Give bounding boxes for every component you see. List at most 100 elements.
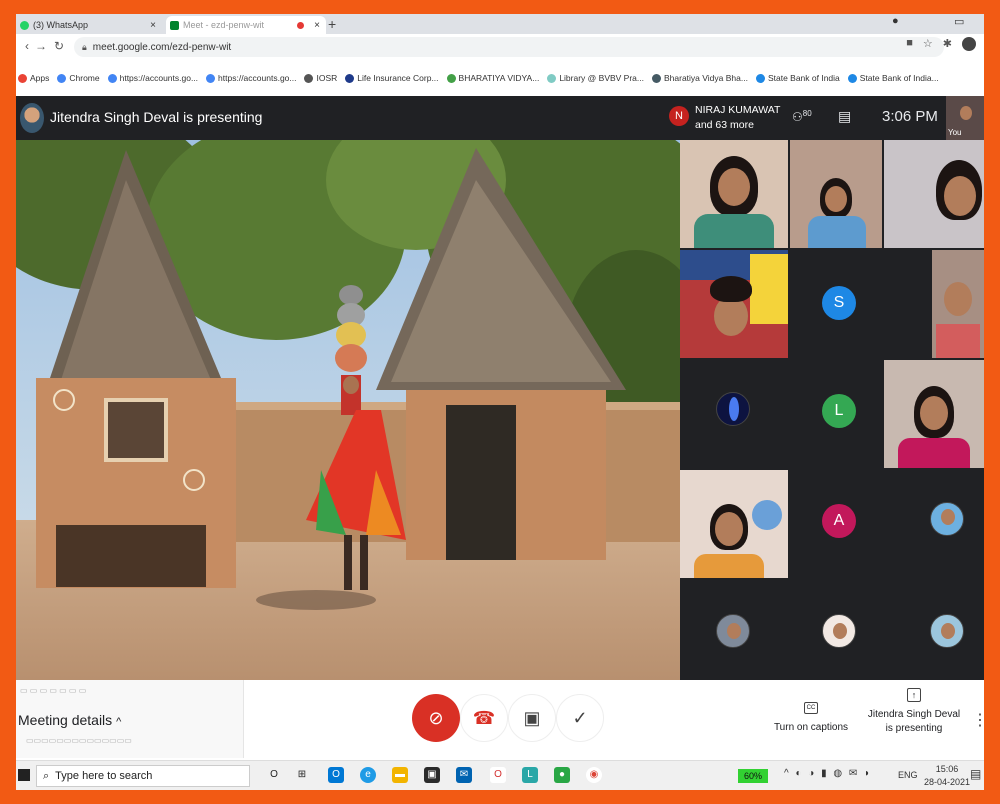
- participant-face: [944, 282, 972, 316]
- participant-avatar[interactable]: [716, 392, 750, 426]
- new-tab-button[interactable]: +: [328, 16, 336, 32]
- meeting-details-button[interactable]: Meeting details ^: [18, 712, 121, 728]
- participant-face: [714, 296, 748, 336]
- bookmark-item[interactable]: IOSR: [304, 73, 337, 83]
- participant-face: [718, 168, 750, 206]
- bookmark-item[interactable]: Apps: [18, 73, 49, 83]
- tab-whatsapp[interactable]: (3) WhatsApp ×: [16, 16, 162, 34]
- url-field[interactable]: 🔒︎ meet.google.com/ezd-penw-wit: [74, 37, 944, 57]
- language-indicator[interactable]: ENG: [898, 770, 918, 780]
- participant-gallery: S L A: [680, 140, 984, 680]
- bookmark-label: IOSR: [316, 73, 338, 83]
- meeting-details-panel: ▭ ▭ ▭ ▭ ▭ ▭ ▭ Meeting details ^ ▭▭▭▭▭▭▭▭…: [16, 680, 244, 758]
- meet-icon: [170, 20, 179, 30]
- participant-avatar[interactable]: [930, 502, 964, 536]
- present-label-line2: is presenting: [885, 723, 943, 734]
- participant-avatar-l[interactable]: L: [822, 394, 856, 428]
- participant-avatar-a[interactable]: A: [822, 504, 856, 538]
- present-button[interactable]: ↑ Jitendra Singh Deval is presenting: [866, 688, 962, 736]
- task-view-icon[interactable]: ⊞: [294, 767, 310, 783]
- meeting-clock: 3:06 PM: [882, 108, 938, 125]
- forward-icon[interactable]: →: [32, 39, 50, 53]
- chrome-icon[interactable]: ◉: [586, 767, 602, 783]
- participant-avatar[interactable]: [930, 614, 964, 648]
- bookmark-item[interactable]: https://accounts.go...: [107, 73, 199, 83]
- participant-tile[interactable]: [680, 470, 788, 578]
- self-view-tile[interactable]: You: [946, 96, 984, 140]
- outlook-icon[interactable]: O: [328, 767, 344, 783]
- participant-avatar[interactable]: [716, 614, 750, 648]
- extensions-icon[interactable]: ✱: [943, 37, 952, 51]
- taskbar-clock[interactable]: 15:06 28-04-2021: [924, 763, 970, 789]
- windows-start-icon[interactable]: [18, 769, 30, 781]
- participant-face: [727, 623, 741, 639]
- people-icon: ⚇: [792, 110, 803, 124]
- avatar[interactable]: [962, 37, 976, 51]
- participant-avatar[interactable]: [822, 614, 856, 648]
- bookmark-item[interactable]: BHARATIYA VIDYA...: [446, 73, 539, 83]
- participant-tile[interactable]: [932, 250, 984, 358]
- participant-tile[interactable]: [884, 360, 984, 468]
- presenter-avatar: [20, 103, 44, 133]
- minimize-icon[interactable]: ▭: [954, 15, 964, 28]
- participant-summary[interactable]: NIRAJ KUMAWAT and 63 more: [695, 103, 780, 133]
- end-call-button[interactable]: ☎: [460, 694, 508, 742]
- store-icon[interactable]: ▣: [424, 767, 440, 783]
- bookmark-label: Life Insurance Corp...: [357, 73, 439, 83]
- clock-date: 28-04-2021: [924, 777, 971, 787]
- close-tab-icon[interactable]: ×: [314, 20, 320, 31]
- whatsapp-icon: [20, 20, 29, 30]
- bookmark-item[interactable]: Life Insurance Corp...: [345, 73, 439, 83]
- app-l-icon[interactable]: L: [522, 767, 538, 783]
- close-tab-icon[interactable]: ×: [150, 20, 156, 31]
- taskbar-search-input[interactable]: ⌕ Type here to search: [36, 765, 250, 787]
- bookmark-label: Apps: [30, 73, 50, 83]
- participant-clothes: [694, 554, 764, 578]
- participant-tile[interactable]: [680, 140, 788, 248]
- camera-indicator-icon[interactable]: ■: [906, 37, 913, 51]
- bookmark-item[interactable]: Library @ BVBV Pra...: [547, 73, 644, 83]
- participant-tile[interactable]: [680, 250, 788, 358]
- app-green-icon[interactable]: ●: [554, 767, 570, 783]
- bookmark-item[interactable]: State Bank of India...: [847, 73, 939, 83]
- self-label: You: [948, 128, 962, 137]
- camera-icon: ▣: [523, 707, 541, 728]
- bookmark-favicon-icon: [755, 73, 765, 83]
- office-icon[interactable]: O: [490, 767, 506, 783]
- star-icon[interactable]: ☆: [923, 37, 933, 51]
- bookmark-item[interactable]: https://accounts.go...: [206, 73, 296, 83]
- participant-name: NIRAJ KUMAWAT: [695, 104, 781, 116]
- participant-tile[interactable]: [884, 140, 984, 248]
- more-options-icon[interactable]: ⋮: [972, 710, 984, 730]
- avatar: N: [669, 106, 689, 126]
- self-face: [960, 106, 972, 120]
- options-button[interactable]: ✓: [556, 694, 604, 742]
- avatar-graphic: [729, 397, 739, 421]
- edge-icon[interactable]: e: [360, 767, 376, 783]
- bookmark-label: https://accounts.go...: [119, 73, 199, 83]
- participant-tile[interactable]: [790, 140, 882, 248]
- bookmarks-bar: Apps Chrome https://accounts.go... https://…: [16, 64, 984, 92]
- mic-off-button[interactable]: ⊘: [412, 694, 460, 742]
- tab-meet[interactable]: Meet - ezd-penw-wit ×: [166, 16, 326, 34]
- cortana-icon[interactable]: O: [266, 767, 282, 783]
- captions-button[interactable]: CC Turn on captions: [764, 702, 858, 733]
- battery-indicator[interactable]: 60%: [738, 769, 768, 783]
- bookmark-item[interactable]: State Bank of India: [755, 73, 840, 83]
- participant-face: [944, 176, 976, 216]
- chat-icon[interactable]: ▤: [838, 108, 851, 125]
- profile-icon[interactable]: ●: [892, 15, 899, 27]
- participant-clothes: [936, 324, 980, 358]
- phone-hangup-icon: ☎: [472, 707, 496, 728]
- participant-avatar-s[interactable]: S: [822, 286, 856, 320]
- mail-icon[interactable]: ✉: [456, 767, 472, 783]
- bookmark-item[interactable]: Bharatiya Vidya Bha...: [652, 73, 748, 83]
- people-count: 80: [802, 109, 812, 118]
- camera-button[interactable]: ▣: [508, 694, 556, 742]
- file-explorer-icon[interactable]: ▬: [392, 767, 408, 783]
- notification-icon[interactable]: ▤: [970, 767, 981, 781]
- reload-icon[interactable]: ↻: [50, 39, 68, 53]
- system-tray-icons[interactable]: ^ ◐ ◑ ▮ ◍ ✉ ◗: [784, 768, 872, 779]
- bookmark-item[interactable]: Chrome: [57, 73, 100, 83]
- people-button[interactable]: ⚇80: [792, 109, 812, 124]
